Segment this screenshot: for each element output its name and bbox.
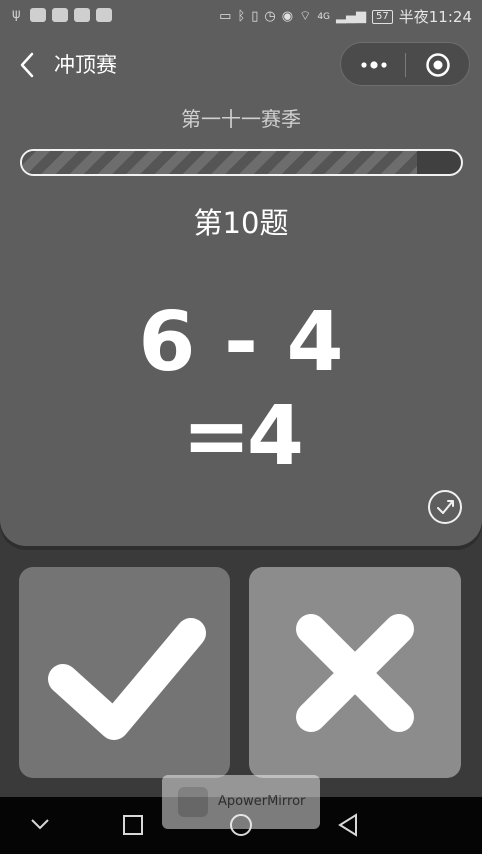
watermark-text: ApowerMirror <box>218 794 306 809</box>
wrong-button[interactable] <box>249 567 461 778</box>
cross-icon <box>296 614 414 732</box>
progress-fill <box>22 151 418 174</box>
chevron-left-icon <box>20 52 34 78</box>
usb-icon: ψ <box>12 7 21 22</box>
capsule-divider <box>405 53 406 77</box>
eye-icon: ◉ <box>281 8 294 24</box>
clock: 半夜11:24 <box>398 8 472 26</box>
question-answer: =4 <box>182 389 304 484</box>
close-miniprogram-button[interactable] <box>425 52 451 78</box>
back-nav-icon <box>338 813 357 837</box>
more-button[interactable] <box>359 55 389 75</box>
vibrate-icon: ▯ <box>251 8 259 24</box>
recent-apps-icon <box>123 815 143 835</box>
page-title: 冲顶赛 <box>54 53 117 77</box>
cast-icon: ▭ <box>219 8 232 24</box>
battery-indicator: 57 <box>372 9 393 24</box>
progress-bar <box>20 149 463 176</box>
play-icon <box>74 8 90 22</box>
wechat-icon <box>52 8 68 22</box>
hide-nav-icon <box>31 819 49 830</box>
watermark: ApowerMirror <box>162 775 320 829</box>
signal-icon: ▂▄▆ <box>336 8 367 24</box>
miniprogram-capsule <box>340 42 470 86</box>
network-type: 4G <box>317 11 331 22</box>
alarm-icon: ◷ <box>264 8 276 24</box>
checkmark-icon <box>48 618 206 740</box>
app-icon-2 <box>96 8 112 22</box>
status-left-icons: ψ <box>12 8 112 22</box>
app-icon <box>30 8 46 22</box>
back-button[interactable] <box>16 52 40 78</box>
status-bar: ψ ▭ ᛒ ▯ ◷ ◉ ⌔ 4G ▂▄▆ 57 半夜11:24 <box>0 0 482 34</box>
correct-button[interactable] <box>19 567 230 778</box>
bluetooth-icon: ᛒ <box>237 8 246 24</box>
status-right: ▭ ᛒ ▯ ◷ ◉ ⌔ 4G ▂▄▆ 57 半夜11:24 <box>219 6 472 27</box>
season-label: 第一十一赛季 <box>181 107 301 131</box>
target-icon <box>426 53 450 77</box>
question-number: 第10题 <box>193 206 289 240</box>
more-dots-icon <box>361 61 387 69</box>
watermark-logo-icon <box>178 787 208 817</box>
share-icon <box>437 500 454 514</box>
wifi-icon: ⌔ <box>299 8 312 24</box>
question-expression: 6 - 4 <box>138 295 344 390</box>
share-button[interactable] <box>428 490 462 524</box>
